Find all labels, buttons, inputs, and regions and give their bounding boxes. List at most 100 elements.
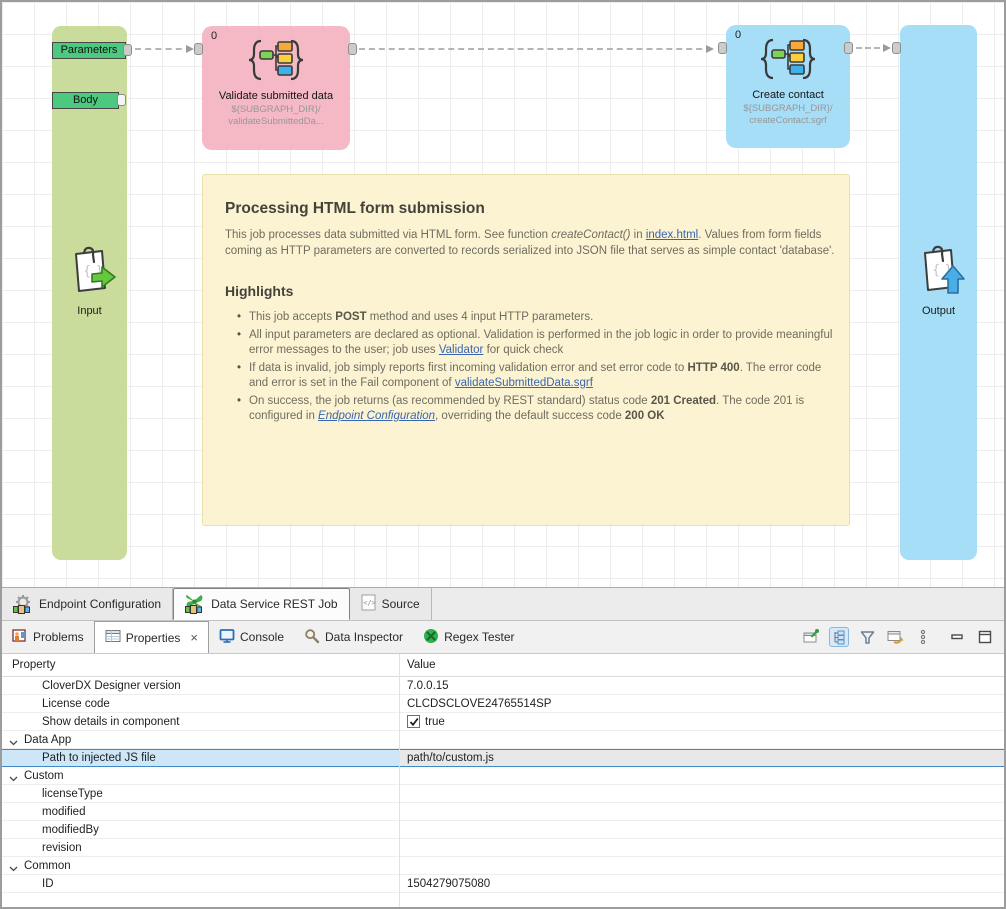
table-filler [2,893,1004,907]
validate-sgrf-link[interactable]: validateSubmittedData.sgrf [455,377,593,389]
console-monitor-icon [219,628,235,647]
subgraph-json-icon [245,37,307,83]
tab-properties[interactable]: Properties × [94,621,209,653]
tab-regex-tester[interactable]: Regex Tester [413,621,524,653]
validate-out-port[interactable] [348,43,357,55]
create-out-port[interactable] [844,42,853,54]
component-name: Validate submitted data [202,90,350,102]
cloverdx-designer-window: Input { } Parameters Body 0 [0,0,1006,909]
problems-icon [12,628,28,647]
tab-label: Data Inspector [325,630,403,644]
tab-label: Source [382,597,420,611]
property-row[interactable]: modifiedBy [2,821,1004,839]
note-title: Processing HTML form submission [225,200,827,218]
properties-header: Property Value [2,654,1004,677]
chevron-down-icon[interactable] [9,863,18,875]
chevron-down-icon[interactable] [9,737,18,749]
restore-default-icon[interactable] [885,627,905,647]
output-label: Output [900,305,977,317]
maximize-icon[interactable] [975,627,995,647]
column-divider[interactable] [399,654,400,907]
regex-tester-icon [423,628,439,647]
pin-view-icon[interactable] [801,627,821,647]
property-row-selected[interactable]: Path to injected JS file path/to/custom.… [2,749,1004,767]
close-icon[interactable]: × [190,630,198,645]
endpoint-configuration-link[interactable]: Endpoint Configuration [318,410,435,422]
tab-source[interactable]: </> Source [350,588,432,620]
source-code-icon: </> [361,594,376,614]
gear-icon [13,594,33,614]
sticky-note[interactable]: Processing HTML form submission This job… [202,174,850,526]
output-doc-icon: { } [913,243,967,301]
edge-create-to-output[interactable] [856,47,889,49]
subgraph-json-icon [757,36,819,82]
create-in-port[interactable] [718,42,727,54]
note-bullet: All input parameters are declared as opt… [237,328,841,359]
note-bullet: If data is invalid, job simply reports f… [237,361,841,392]
minimize-icon[interactable] [947,627,967,647]
editor-tab-bar: Endpoint Configuration Data Service REST… [2,588,1004,621]
view-menu-icon[interactable] [913,627,933,647]
checkbox-checked-icon[interactable] [407,715,420,728]
magnifier-icon [304,628,320,647]
body-out-port[interactable] [117,94,126,106]
views-tab-bar: Problems Properties × [2,621,1004,654]
property-row[interactable]: revision [2,839,1004,857]
component-path: ${SUBGRAPH_DIR}/validateSubmittedDa... [202,104,350,127]
output-column[interactable]: Output { } [900,25,977,560]
property-row[interactable]: Show details in component true [2,713,1004,731]
input-doc-icon: { } [64,244,118,302]
tab-problems[interactable]: Problems [2,621,94,653]
tab-endpoint-configuration[interactable]: Endpoint Configuration [2,588,173,620]
port-count-badge: 0 [211,30,217,42]
port-count-badge: 0 [735,29,741,41]
properties-panel: Property Value CloverDX Designer version… [2,654,1004,907]
property-group-row[interactable]: Custom [2,767,1004,785]
svg-text:</>: </> [363,599,376,607]
component-create-contact[interactable]: 0 Create contact ${SUBGRAPH_DIR}/createC… [726,25,850,148]
property-group-row[interactable]: Data App [2,731,1004,749]
property-row[interactable]: modified [2,803,1004,821]
output-in-port[interactable] [892,42,901,54]
note-paragraph: This job processes data submitted via HT… [225,227,837,259]
index-html-link[interactable]: index.html [646,229,698,241]
input-label: Input [52,305,127,317]
edge-validate-to-create[interactable] [359,48,712,50]
note-bullet-list: This job accepts POST method and uses 4 … [225,310,841,425]
property-row[interactable]: licenseType [2,785,1004,803]
parameters-out-port[interactable] [123,44,132,56]
property-row[interactable]: ID 1504279075080 [2,875,1004,893]
tab-label: Regex Tester [444,630,514,644]
tab-label: Data Service REST Job [211,597,338,611]
parameters-port[interactable]: Parameters [52,42,126,59]
tab-label: Console [240,630,284,644]
tab-data-service-rest-job[interactable]: Data Service REST Job [173,588,350,620]
graph-canvas[interactable]: Input { } Parameters Body 0 [2,2,1004,588]
tab-data-inspector[interactable]: Data Inspector [294,621,413,653]
chevron-down-icon[interactable] [9,773,18,785]
note-bullet: On success, the job returns (as recommen… [237,394,841,425]
note-highlights-heading: Highlights [225,283,827,299]
tab-console[interactable]: Console [209,621,294,653]
data-service-job-icon [185,594,205,614]
component-path: ${SUBGRAPH_DIR}/createContact.sgrf [726,103,850,126]
note-bullet: This job accepts POST method and uses 4 … [237,310,841,326]
property-row[interactable]: License code CLCDSCLOVE24765514SP [2,695,1004,713]
property-row[interactable]: CloverDX Designer version 7.0.0.15 [2,677,1004,695]
tree-mode-icon[interactable] [829,627,849,647]
value-column-header: Value [399,659,436,671]
component-name: Create contact [726,89,850,101]
filter-icon[interactable] [857,627,877,647]
body-port[interactable]: Body [52,92,119,109]
property-group-row[interactable]: Common [2,857,1004,875]
properties-toolbar [801,621,1004,653]
tab-label: Endpoint Configuration [39,597,161,611]
edge-parameters-to-validate[interactable] [135,48,192,50]
component-validate-submitted-data[interactable]: 0 Validate submitted data ${SUBGRAPH_DIR… [202,26,350,150]
validate-in-port[interactable] [194,43,203,55]
tab-label: Properties [126,631,181,645]
properties-table-icon [105,628,121,647]
tab-label: Problems [33,630,84,644]
validator-link[interactable]: Validator [439,344,484,356]
property-column-header: Property [2,659,399,671]
